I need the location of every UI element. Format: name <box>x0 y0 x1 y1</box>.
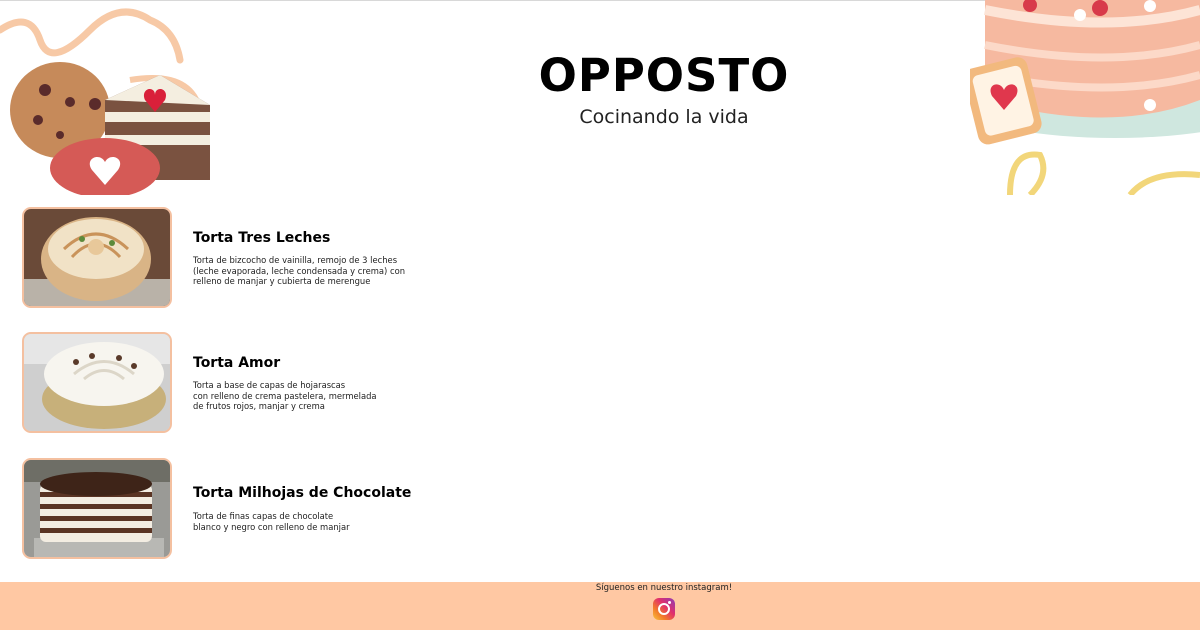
footer: Síguenos en nuestro instagram! <box>0 582 1200 630</box>
product-image[interactable] <box>22 458 172 559</box>
product-description: Torta a base de capas de hojarascas con … <box>193 380 377 412</box>
sweets-illustration-left <box>0 8 210 195</box>
product-name: Torta Tres Leches <box>193 230 331 246</box>
instagram-icon-ring <box>658 603 670 615</box>
product-description: Torta de finas capas de chocolate blanco… <box>193 511 350 532</box>
product-name: Torta Amor <box>193 355 281 371</box>
product-description: Torta de bizcocho de vainilla, remojo de… <box>193 255 406 287</box>
instagram-cta: Síguenos en nuestro instagram! <box>595 583 733 593</box>
product-card: Torta Milhojas de Chocolate Torta de fin… <box>22 458 622 560</box>
header: OPPOSTO Cocinando la vida <box>0 0 1200 195</box>
product-image[interactable] <box>22 332 172 433</box>
brand-title: OPPOSTO <box>538 49 790 102</box>
instagram-icon-dot <box>668 601 671 604</box>
instagram-icon[interactable] <box>653 598 675 620</box>
brand-tagline: Cocinando la vida <box>579 106 749 128</box>
cake-illustration-right <box>970 0 1200 195</box>
product-image[interactable] <box>22 207 172 308</box>
product-card: Torta Amor Torta a base de capas de hoja… <box>22 332 622 434</box>
product-card: Torta Tres Leches Torta de bizcocho de v… <box>22 207 622 309</box>
brand-block: OPPOSTO Cocinando la vida <box>514 48 814 130</box>
product-name: Torta Milhojas de Chocolate <box>193 485 412 501</box>
